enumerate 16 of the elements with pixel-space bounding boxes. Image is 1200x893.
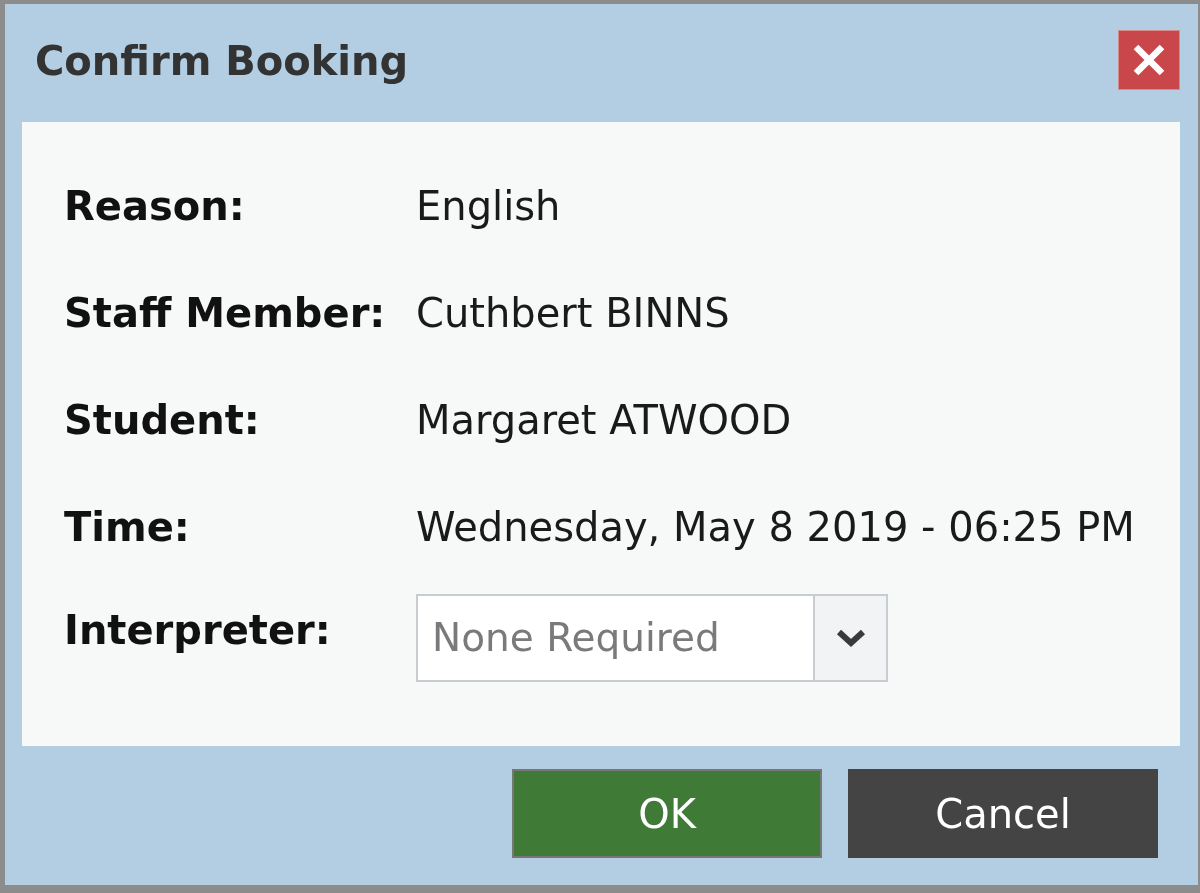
dialog-title: Confirm Booking: [35, 38, 409, 84]
field-value: Wednesday, May 8 2019 - 06:25 PM: [416, 503, 1135, 550]
field-label: Interpreter:: [64, 606, 332, 653]
field-value: Cuthbert BINNS: [416, 289, 730, 336]
field-value: Margaret ATWOOD: [416, 396, 792, 443]
chevron-down-icon: [835, 627, 866, 648]
field-label: Student:: [64, 396, 261, 443]
close-button[interactable]: [1118, 30, 1180, 90]
close-icon: [1131, 42, 1167, 78]
field-value: English: [416, 182, 561, 229]
interpreter-select[interactable]: None Required: [416, 593, 888, 682]
field-label: Time:: [64, 503, 191, 550]
field-label: Staff Member:: [64, 289, 387, 336]
cancel-button[interactable]: Cancel: [848, 769, 1158, 858]
ok-button[interactable]: OK: [512, 769, 822, 858]
field-label: Reason:: [64, 182, 246, 229]
